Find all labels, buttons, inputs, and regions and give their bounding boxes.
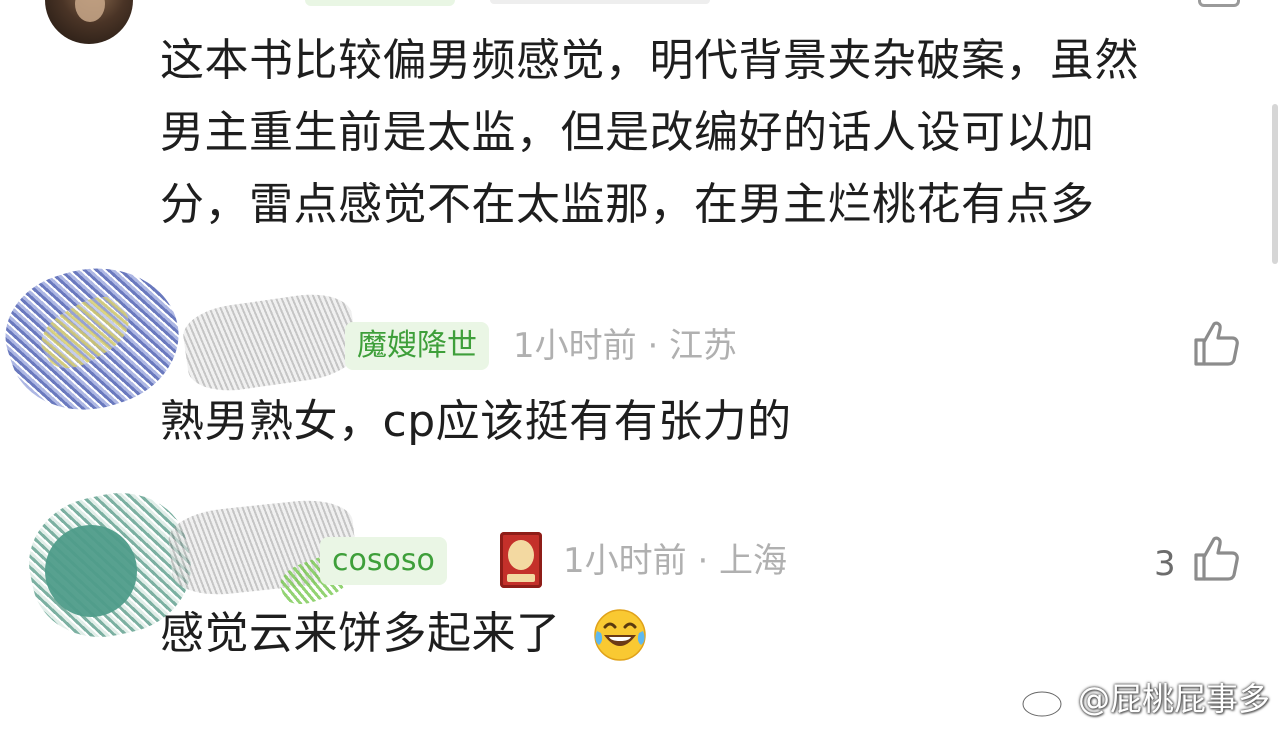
comment-text-line: 这本书比较偏男频感觉，明代背景夹杂破案，虽然 <box>160 35 1139 86</box>
avatar-face <box>75 0 105 22</box>
user-badge: cososo <box>320 537 447 585</box>
comment-thread: 这本书比较偏男频感觉，明代背景夹杂破案，虽然 男主重生前是太监，但是改编好的话人… <box>0 0 1284 731</box>
like-count: 3 <box>1154 544 1176 584</box>
user-badge <box>305 0 455 6</box>
medal-face <box>508 540 534 570</box>
weibo-logo-icon <box>1021 683 1069 718</box>
like-icon[interactable] <box>1190 533 1242 585</box>
medal-icon[interactable] <box>500 532 542 588</box>
comment-text: 熟男熟女，cp应该挺有有张力的 <box>160 396 792 447</box>
comment-meta: 1小时前 · 上海 <box>563 541 788 581</box>
like-icon[interactable] <box>1190 318 1242 370</box>
like-icon[interactable] <box>1198 0 1240 7</box>
comment-text-line: 分，雷点感觉不在太监那，在男主烂桃花有点多 <box>160 179 1095 230</box>
comment-text-line: 男主重生前是太监，但是改编好的话人设可以加 <box>160 107 1095 158</box>
user-badge: 魔嫂降世 <box>345 322 489 370</box>
watermark-text: @屁桃屁事多 <box>1077 680 1270 718</box>
watermark: @屁桃屁事多 <box>1020 677 1270 721</box>
comment-meta <box>490 0 710 4</box>
avatar[interactable] <box>45 0 133 44</box>
medal-ribbon <box>507 574 535 582</box>
comment-meta: 1小时前 · 江苏 <box>513 326 738 366</box>
scrollbar[interactable] <box>1272 104 1278 264</box>
comment-text: 感觉云来饼多起来了 <box>160 608 561 659</box>
avatar[interactable] <box>45 525 137 617</box>
laughing-tears-emoji <box>594 609 646 661</box>
redacted-username[interactable] <box>179 288 361 397</box>
